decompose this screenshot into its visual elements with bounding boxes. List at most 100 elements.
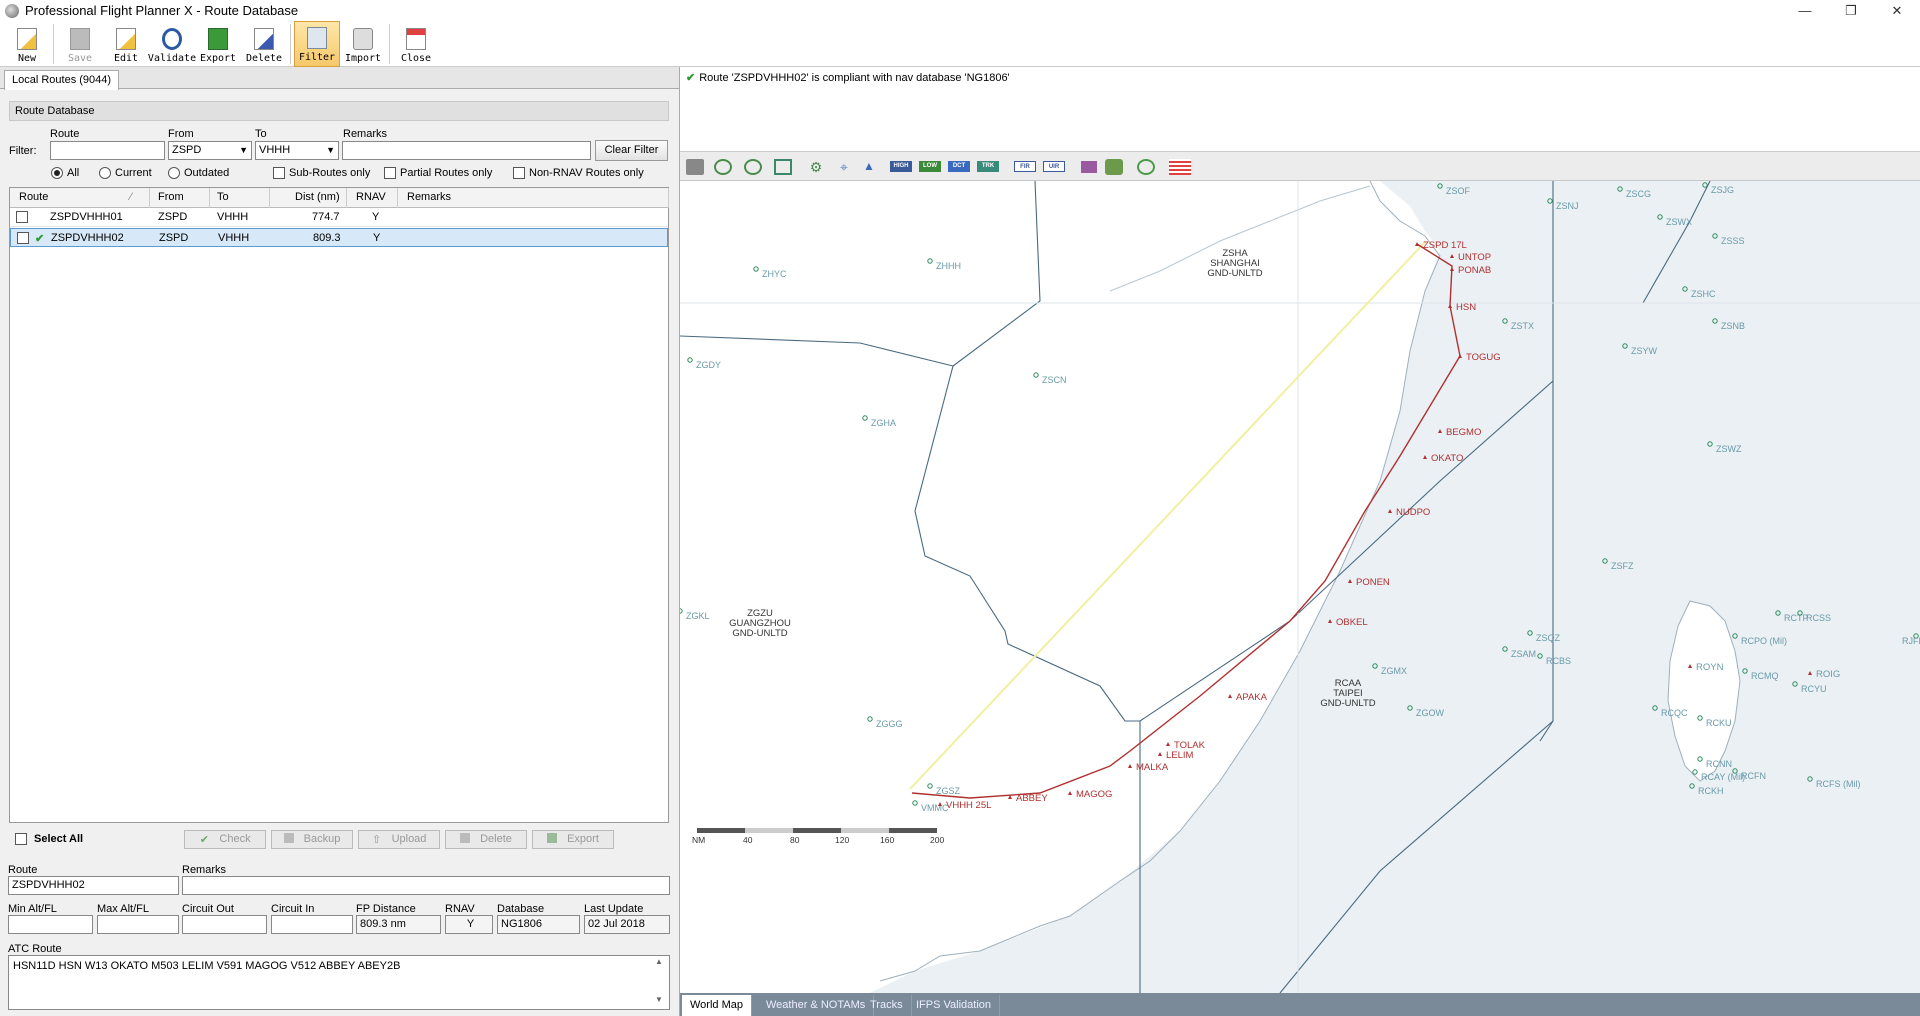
remarks-field[interactable] — [182, 876, 670, 895]
max-alt-field[interactable] — [97, 915, 179, 934]
scroll-down-icon[interactable]: ▼ — [655, 995, 663, 1004]
terrain-icon[interactable] — [1105, 159, 1123, 175]
direct-routes-toggle[interactable]: DCT — [948, 161, 970, 172]
from-filter-select[interactable]: ZSPD ▼ — [168, 141, 252, 160]
settings-gear-icon[interactable]: ⚙ — [807, 159, 825, 175]
check-icon: ✔ — [686, 72, 696, 84]
waypoint-marker[interactable] — [1128, 764, 1132, 768]
waypoint-marker[interactable] — [1068, 791, 1072, 795]
circuit-in-field[interactable] — [271, 915, 353, 934]
clear-filter-button[interactable]: Clear Filter — [595, 140, 668, 161]
row-checkbox[interactable] — [16, 211, 28, 223]
uir-toggle[interactable]: UIR — [1043, 161, 1065, 172]
new-button[interactable]: New — [4, 21, 50, 67]
airport-marker[interactable] — [912, 800, 918, 806]
waypoint-marker[interactable] — [1415, 242, 1419, 246]
waypoint-marker[interactable] — [1158, 752, 1162, 756]
col-to[interactable]: To — [217, 191, 229, 203]
close-button[interactable]: Close — [393, 21, 439, 67]
airport-marker[interactable] — [1033, 372, 1039, 378]
world-map[interactable]: ZSJG ZSCG ZSNJ ZSWX ZSSS ZSOF ZHHH ZHYC ZSHC ZSTX… — [680, 181, 1920, 993]
airport-label: RCYU — [1801, 684, 1827, 694]
edit-button[interactable]: Edit — [103, 21, 149, 67]
close-window-button[interactable]: ✕ — [1874, 0, 1920, 21]
to-filter-select[interactable]: VHHH ▼ — [255, 141, 339, 160]
link-icon[interactable] — [1137, 159, 1155, 175]
minimize-button[interactable]: — — [1782, 0, 1828, 21]
airport-marker[interactable] — [687, 357, 693, 363]
fir-toggle[interactable]: FIR — [1014, 161, 1036, 172]
row-rnav: Y — [372, 211, 380, 223]
from-filter-label: From — [168, 128, 194, 140]
circuit-out-field[interactable] — [182, 915, 267, 934]
airport-label: RCBS — [1546, 656, 1571, 666]
route-filter-input[interactable] — [50, 141, 165, 160]
col-remarks[interactable]: Remarks — [407, 191, 451, 203]
select-all-checkbox[interactable] — [15, 833, 27, 845]
tab-tracks[interactable]: Tracks — [862, 995, 912, 1016]
zoom-fit-icon[interactable] — [774, 159, 792, 175]
export-selected-button[interactable]: Export — [532, 830, 614, 849]
airport-marker[interactable] — [867, 716, 873, 722]
fir-label: GND-UNLTD — [732, 628, 787, 639]
airport-label: RCAY (Mil) — [1701, 772, 1745, 782]
tab-weather-notams[interactable]: Weather & NOTAMs — [758, 995, 875, 1016]
layers-icon[interactable] — [1081, 161, 1097, 173]
edit-document-icon — [116, 28, 136, 50]
sub-routes-checkbox[interactable] — [273, 167, 285, 179]
import-button[interactable]: Import — [340, 21, 386, 67]
radio-current[interactable] — [99, 167, 111, 179]
restore-button[interactable]: ❐ — [1828, 0, 1874, 21]
col-from[interactable]: From — [158, 191, 184, 203]
col-dist[interactable]: Dist (nm) — [295, 191, 340, 203]
scroll-up-icon[interactable]: ▲ — [655, 957, 663, 966]
partial-routes-checkbox[interactable] — [384, 167, 396, 179]
remarks-filter-input[interactable] — [342, 141, 591, 160]
radio-outdated[interactable] — [168, 167, 180, 179]
tab-ifps-validation[interactable]: IFPS Validation — [908, 995, 1001, 1016]
high-airways-toggle[interactable]: HIGH — [890, 161, 912, 172]
non-rnav-checkbox[interactable] — [513, 167, 525, 179]
waypoint-label: OKATO — [1431, 453, 1463, 464]
atc-route-field[interactable]: HSN11D HSN W13 OKATO M503 LELIM V591 MAG… — [8, 955, 670, 1010]
filter-button[interactable]: Filter — [294, 21, 340, 67]
delete-selected-button[interactable]: Delete — [445, 830, 527, 849]
airport-marker[interactable] — [927, 783, 933, 789]
airport-marker[interactable] — [927, 258, 933, 264]
delete-button[interactable]: Delete — [241, 21, 287, 67]
airport-marker[interactable] — [753, 266, 759, 272]
table-row[interactable]: ZSPDVHHH01 ZSPD VHHH 774.7 Y — [10, 208, 668, 227]
upload-button[interactable]: ⇧ Upload — [358, 830, 440, 849]
weather-icon[interactable] — [1169, 159, 1191, 175]
save-button[interactable]: Save — [57, 21, 103, 67]
waypoint-label: HSN — [1456, 302, 1476, 313]
route-name-field[interactable]: ZSPDVHHH02 — [8, 876, 179, 895]
waypoint-marker[interactable] — [1166, 742, 1170, 746]
row-from: ZSPD — [159, 232, 189, 244]
zoom-out-icon[interactable] — [744, 159, 762, 175]
low-airways-toggle[interactable]: LOW — [919, 161, 941, 172]
airport-marker[interactable] — [680, 608, 683, 614]
min-alt-field[interactable] — [8, 915, 93, 934]
backup-button[interactable]: Backup — [271, 830, 353, 849]
row-checkbox[interactable] — [17, 232, 29, 244]
tab-local-routes[interactable]: Local Routes (9044) — [4, 70, 120, 90]
airport-label: RCNN — [1706, 759, 1732, 769]
col-route[interactable]: Route — [19, 191, 48, 203]
col-rnav[interactable]: RNAV — [356, 191, 386, 203]
radio-all[interactable] — [51, 167, 63, 179]
print-icon[interactable] — [686, 159, 704, 175]
airport-marker[interactable] — [862, 415, 868, 421]
check-button[interactable]: ✔ Check — [184, 830, 266, 849]
tracks-toggle[interactable]: TRK — [977, 161, 999, 172]
triangle-icon[interactable]: ▲ — [860, 159, 878, 175]
airport-label: ZGOW — [1416, 708, 1444, 718]
waypoint-label: PONEN — [1356, 577, 1390, 588]
zoom-in-icon[interactable] — [714, 159, 732, 175]
crosshair-icon[interactable]: ⌖ — [835, 159, 853, 175]
export-button[interactable]: Export — [195, 21, 241, 67]
validate-button[interactable]: Validate — [148, 21, 196, 67]
table-row-selected[interactable]: ✔ ZSPDVHHH02 ZSPD VHHH 809.3 Y — [10, 228, 668, 247]
waypoint-marker[interactable] — [1228, 694, 1232, 698]
tab-world-map[interactable]: World Map — [682, 995, 752, 1016]
